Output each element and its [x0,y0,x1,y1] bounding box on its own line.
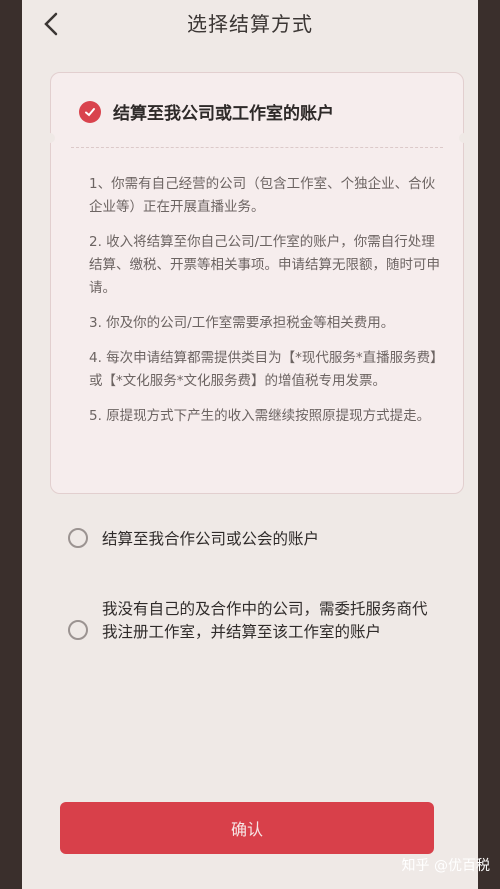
option-label: 我没有自己的及合作中的公司，需委托服务商代我注册工作室，并结算至该工作室的账户 [102,600,428,641]
card-divider [71,147,443,148]
option-label: 结算至我合作公司或公会的账户 [102,530,320,548]
confirm-button[interactable]: 确认 [60,802,434,854]
option-service-provider[interactable]: 我没有自己的及合作中的公司，需委托服务商代我注册工作室，并结算至该工作室的账户 [68,598,438,644]
term-item: 4. 每次申请结算都需提供类目为【*现代服务*直播服务费】或【*文化服务*文化服… [89,350,437,389]
term-item: 2. 收入将结算至你自己公司/工作室的账户，你需自行处理结算、缴税、开票等相关事… [89,234,440,296]
option-own-company[interactable]: 结算至我公司或工作室的账户 [79,99,334,124]
checkmark-icon [79,100,101,123]
terms-list: 1、你需有自己经营的公司（包含工作室、个独企业、合伙企业等）正在开展直播业务。 … [89,173,441,440]
top-bar: 选择结算方式 [22,0,478,56]
term-item: 5. 原提现方式下产生的收入需继续按照原提现方式提走。 [89,408,431,424]
option-card-selected[interactable]: 结算至我公司或工作室的账户 1、你需有自己经营的公司（包含工作室、个独企业、合伙… [45,72,469,494]
card-notch-right [459,133,469,143]
card-notch-left [45,133,55,143]
term-item: 3. 你及你的公司/工作室需要承担税金等相关费用。 [89,315,395,331]
radio-button[interactable] [68,528,88,548]
page-title: 选择结算方式 [187,12,313,36]
phone-screen: 选择结算方式 结算至我公司或工作室的账户 1、你需有自己经营的公司（包含工作室、… [22,0,478,889]
option-partner-company[interactable]: 结算至我合作公司或公会的账户 [68,528,438,551]
term-item: 1、你需有自己经营的公司（包含工作室、个独企业、合伙企业等）正在开展直播业务。 [89,176,436,215]
option-label: 结算至我公司或工作室的账户 [113,104,334,124]
watermark: 知乎 @优百税 [401,858,490,874]
radio-button[interactable] [68,620,88,640]
